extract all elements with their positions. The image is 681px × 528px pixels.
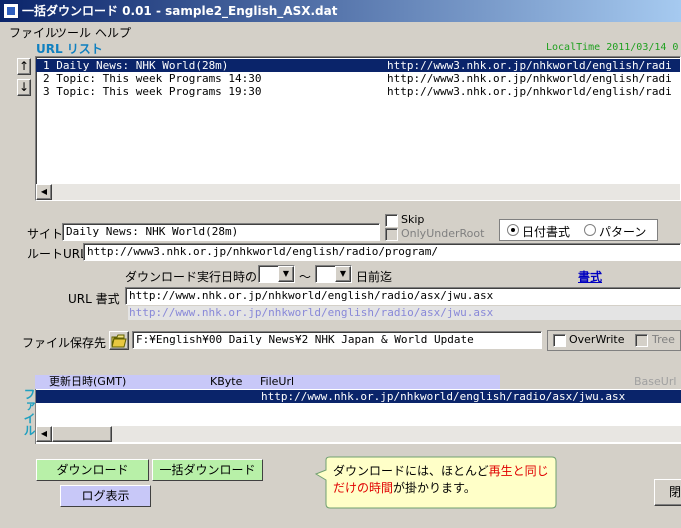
pattern-label: パターン xyxy=(599,225,647,239)
url-list-row[interactable]: 2 Topic: This week Programs 14:30 http:/… xyxy=(36,72,680,85)
url-format-field[interactable]: http://www.nhk.or.jp/nhkworld/english/ra… xyxy=(125,287,681,305)
tip-part3: だけの時間 xyxy=(333,481,394,495)
move-up-button[interactable]: ↑ xyxy=(17,58,31,75)
site-label: サイト xyxy=(27,227,64,241)
save-options-group: OverWrite Tree xyxy=(547,330,681,351)
format-mode-group: 日付書式 パターン xyxy=(499,219,658,241)
file-list-row[interactable]: http://www.nhk.or.jp/nhkworld/english/ra… xyxy=(36,390,681,403)
file-list-header: 更新日時(GMT) KByte FileUrl BaseUrl xyxy=(35,375,681,389)
date-format-radio[interactable] xyxy=(507,224,519,236)
overwrite-label: OverWrite xyxy=(569,333,625,346)
schedule-from-select[interactable]: ▼ xyxy=(258,265,295,283)
url-list-hscrollbar[interactable]: ◀ xyxy=(36,184,680,200)
root-url-label: ルートURL xyxy=(27,247,87,261)
only-under-root-label: OnlyUnderRoot xyxy=(401,227,485,240)
local-time: LocalTime 2011/03/14 0 xyxy=(546,42,679,53)
log-button[interactable]: ログ表示 xyxy=(60,485,151,507)
window-title: 一括ダウンロード 0.01 - sample2_English_ASX.dat xyxy=(22,4,338,18)
app-icon xyxy=(3,3,19,19)
chevron-down-icon[interactable]: ▼ xyxy=(335,266,351,282)
tip-text: ダウンロードには、ほとんど再生と同じ だけの時間が掛かります。 xyxy=(333,463,553,497)
format-help-link[interactable]: 書式 xyxy=(578,268,602,285)
header-baseurl[interactable]: BaseUrl xyxy=(634,375,676,389)
url-row-title: 2 Topic: This week Programs 14:30 xyxy=(43,72,262,85)
url-list-row[interactable]: 3 Topic: This week Programs 19:30 http:/… xyxy=(36,85,680,98)
save-dest-label: ファイル保存先 xyxy=(22,336,107,350)
url-list-heading: URL リスト xyxy=(36,42,103,56)
save-dest-field[interactable]: F:¥English¥00 Daily News¥2 NHK Japan & W… xyxy=(132,331,542,349)
url-list[interactable]: 1 Daily News: NHK World(28m) http://www3… xyxy=(35,56,681,201)
header-kbyte[interactable]: KByte xyxy=(210,375,242,389)
bulk-download-button[interactable]: 一括ダウンロード xyxy=(152,459,263,481)
root-url-field[interactable]: http://www3.nhk.or.jp/nhkworld/english/r… xyxy=(83,243,681,261)
skip-label: Skip xyxy=(401,213,425,226)
tree-label: Tree xyxy=(652,333,675,346)
site-field[interactable]: Daily News: NHK World(28m) xyxy=(62,223,380,241)
download-button[interactable]: ダウンロード xyxy=(36,459,149,481)
close-button[interactable]: 閉 xyxy=(654,479,681,506)
file-list[interactable]: http://www.nhk.or.jp/nhkworld/english/ra… xyxy=(35,389,681,444)
url-row-title: 1 Daily News: NHK World(28m) xyxy=(43,59,229,72)
arrow-down-icon: ↓ xyxy=(18,80,30,94)
chevron-down-icon[interactable]: ▼ xyxy=(278,266,294,282)
header-date[interactable]: 更新日時(GMT) xyxy=(49,375,126,389)
url-row-url: http://www3.nhk.or.jp/nhkworld/english/r… xyxy=(387,85,672,98)
url-format-preview: http://www.nhk.or.jp/nhkworld/english/ra… xyxy=(128,306,681,320)
scroll-left-icon[interactable]: ◀ xyxy=(36,426,52,442)
menu-bar: ファイル ツール ヘルプ xyxy=(0,22,681,40)
arrow-up-icon: ↑ xyxy=(18,59,30,73)
file-list-hscrollbar[interactable]: ◀ xyxy=(36,426,681,442)
schedule-label: ダウンロード実行日時の xyxy=(125,270,258,284)
menu-help[interactable]: ヘルプ xyxy=(95,24,131,41)
browse-folder-button[interactable] xyxy=(109,331,129,350)
tree-checkbox[interactable] xyxy=(635,334,648,347)
tip-part2: 再生と同じ xyxy=(488,464,549,478)
url-format-label: URL 書式 xyxy=(68,292,120,306)
schedule-tilde: ～ xyxy=(299,270,312,284)
tip-part4: が掛かります。 xyxy=(393,481,476,495)
move-down-button[interactable]: ↓ xyxy=(17,79,31,96)
only-under-root-checkbox[interactable] xyxy=(385,228,398,241)
tip-part1: ダウンロードには、ほとんど xyxy=(333,464,489,478)
skip-checkbox[interactable] xyxy=(385,214,398,227)
overwrite-checkbox[interactable] xyxy=(553,334,566,347)
url-list-row[interactable]: 1 Daily News: NHK World(28m) http://www3… xyxy=(36,59,680,72)
pattern-radio[interactable] xyxy=(584,224,596,236)
scroll-left-icon[interactable]: ◀ xyxy=(36,184,52,200)
close-button-label: 閉 xyxy=(669,485,681,499)
url-row-url: http://www3.nhk.or.jp/nhkworld/english/r… xyxy=(387,59,672,72)
schedule-to-select[interactable]: ▼ xyxy=(315,265,352,283)
header-fileurl[interactable]: FileUrl xyxy=(260,375,294,389)
url-row-title: 3 Topic: This week Programs 19:30 xyxy=(43,85,262,98)
menu-file[interactable]: ファイル xyxy=(9,24,57,41)
date-format-label: 日付書式 xyxy=(522,225,571,239)
title-bar: 一括ダウンロード 0.01 - sample2_English_ASX.dat xyxy=(0,0,681,22)
days-before-label: 日前迄 xyxy=(356,270,393,284)
url-row-url: http://www3.nhk.or.jp/nhkworld/english/r… xyxy=(387,72,672,85)
menu-tools[interactable]: ツール xyxy=(55,24,91,41)
file-list-side-label: ファイル xyxy=(22,388,36,436)
scroll-thumb[interactable] xyxy=(52,426,112,442)
file-row-url: http://www.nhk.or.jp/nhkworld/english/ra… xyxy=(261,390,626,403)
folder-open-icon xyxy=(111,334,127,348)
